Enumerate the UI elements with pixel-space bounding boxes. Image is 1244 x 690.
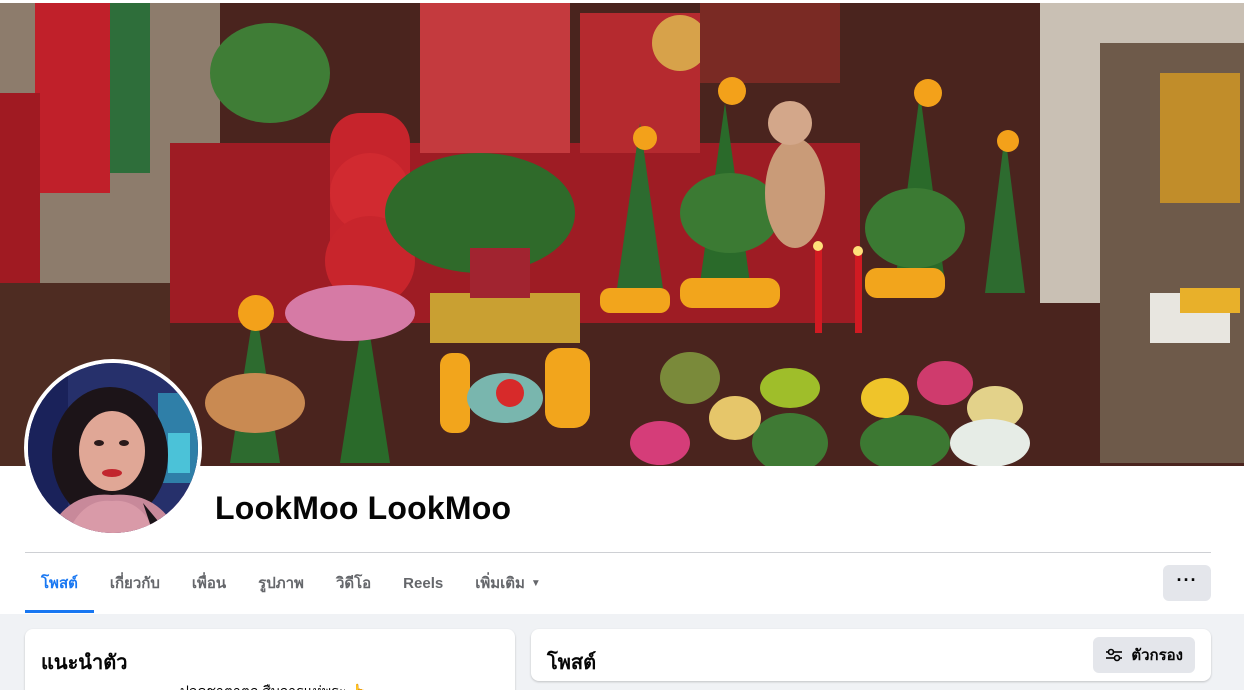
profile-avatar[interactable] [28,363,198,533]
tab-photos-label: รูปภาพ [258,575,304,592]
tab-videos[interactable]: วิดีโอ [320,553,387,613]
caret-down-icon: ▼ [530,577,541,589]
tab-about-label: เกี่ยวกับ [109,575,160,592]
profile-name: LookMoo LookMoo [215,490,512,526]
tab-more[interactable]: เพิ่มเติม ▼ [459,553,557,613]
tab-friends-label: เพื่อน [191,575,227,592]
intro-bio-text: ปลดชาตาตก สืบการแห่พระ 👆 [180,681,367,690]
filter-sliders-icon [1106,648,1123,662]
more-horizontal-icon: ··· [1176,570,1198,590]
cover-photo-illustration [0,3,1244,466]
more-options-button[interactable]: ··· [1163,565,1211,601]
tab-photos[interactable]: รูปภาพ [242,553,320,613]
tab-posts-label: โพสต์ [41,575,78,592]
tab-posts[interactable]: โพสต์ [25,553,94,613]
posts-card: โพสต์ ตัวกรอง [531,629,1211,681]
filter-button[interactable]: ตัวกรอง [1093,637,1195,673]
tab-reels-label: Reels [403,574,444,592]
profile-tabs: โพสต์ เกี่ยวกับ เพื่อน รูปภาพ วิดีโอ Ree… [25,553,557,613]
tab-reels[interactable]: Reels [387,553,459,613]
tab-about[interactable]: เกี่ยวกับ [94,553,176,613]
filter-button-label: ตัวกรอง [1131,647,1183,664]
tab-videos-label: วิดีโอ [335,575,372,592]
tab-more-label: เพิ่มเติม [475,575,525,592]
avatar-illustration [28,363,198,533]
intro-card: แนะนำตัว ปลดชาตาตก สืบการแห่พระ 👆 [25,629,515,690]
profile-avatar-ring[interactable] [24,359,202,537]
tab-friends[interactable]: เพื่อน [176,553,242,613]
cover-photo[interactable] [0,3,1244,466]
intro-title: แนะนำตัว [41,652,128,674]
posts-title: โพสต์ [547,652,597,674]
